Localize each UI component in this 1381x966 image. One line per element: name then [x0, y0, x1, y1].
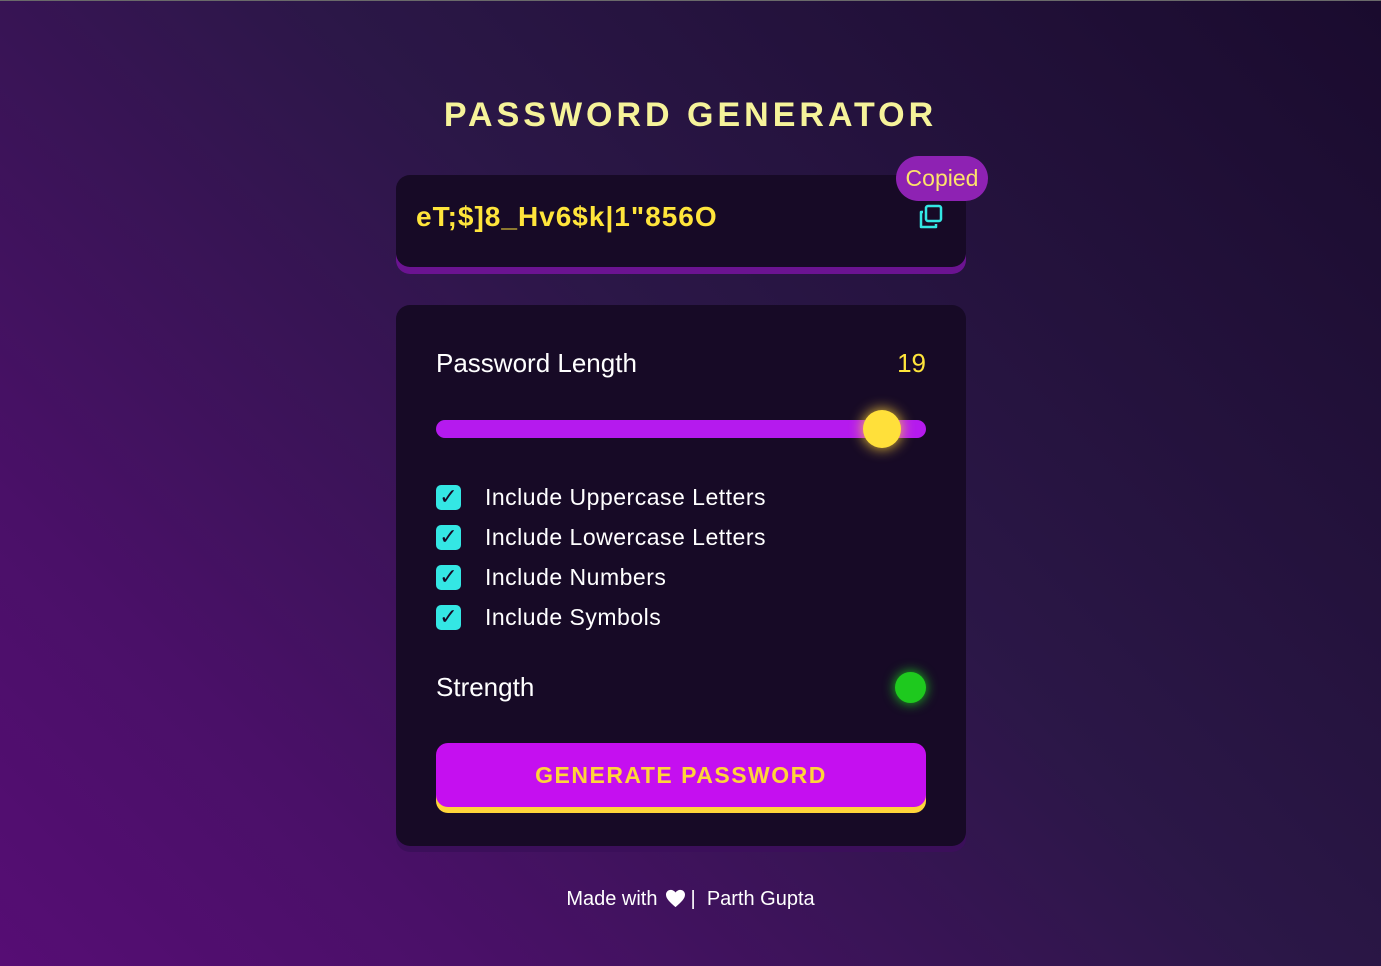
password-text[interactable]: eT;$]8_Hv6$k|1"856O: [416, 201, 718, 233]
footer-separator: |: [690, 888, 696, 910]
options-list: ✓ Include Uppercase Letters ✓ Include Lo…: [436, 477, 766, 637]
footer: Made with | Parth Gupta: [0, 888, 1381, 914]
symbols-checkbox[interactable]: ✓: [436, 604, 461, 630]
option-label: Include Lowercase Letters: [485, 523, 766, 550]
option-numbers[interactable]: ✓ Include Numbers: [436, 557, 766, 597]
footer-prefix: Made with: [566, 888, 658, 910]
settings-panel: Password Length 19 ✓ Include Uppercase L…: [396, 305, 966, 846]
length-slider[interactable]: [436, 410, 926, 448]
length-label: Password Length: [436, 347, 637, 378]
page-title: PASSWORD GENERATOR: [443, 96, 938, 134]
option-lowercase[interactable]: ✓ Include Lowercase Letters: [436, 517, 766, 557]
option-label: Include Numbers: [485, 563, 667, 590]
copy-icon: [919, 204, 943, 229]
option-uppercase[interactable]: ✓ Include Uppercase Letters: [436, 477, 766, 517]
heart-icon: [665, 889, 686, 914]
option-symbols[interactable]: ✓ Include Symbols: [436, 597, 766, 637]
generate-password-button[interactable]: GENERATE PASSWORD: [436, 743, 926, 807]
length-value: 19: [897, 347, 926, 378]
numbers-checkbox[interactable]: ✓: [436, 564, 461, 590]
copy-button[interactable]: [916, 202, 946, 232]
strength-row: Strength: [436, 667, 926, 707]
uppercase-checkbox[interactable]: ✓: [436, 484, 461, 510]
password-display: eT;$]8_Hv6$k|1"856O: [396, 175, 966, 267]
footer-author: Parth Gupta: [706, 888, 815, 910]
strength-indicator: [895, 671, 926, 703]
lowercase-checkbox[interactable]: ✓: [436, 524, 461, 550]
strength-label: Strength: [436, 671, 535, 702]
length-row: Password Length 19: [436, 345, 926, 381]
copied-tooltip: Copied: [896, 156, 988, 201]
option-label: Include Symbols: [485, 603, 662, 630]
option-label: Include Uppercase Letters: [485, 483, 766, 510]
slider-thumb[interactable]: [862, 410, 901, 448]
